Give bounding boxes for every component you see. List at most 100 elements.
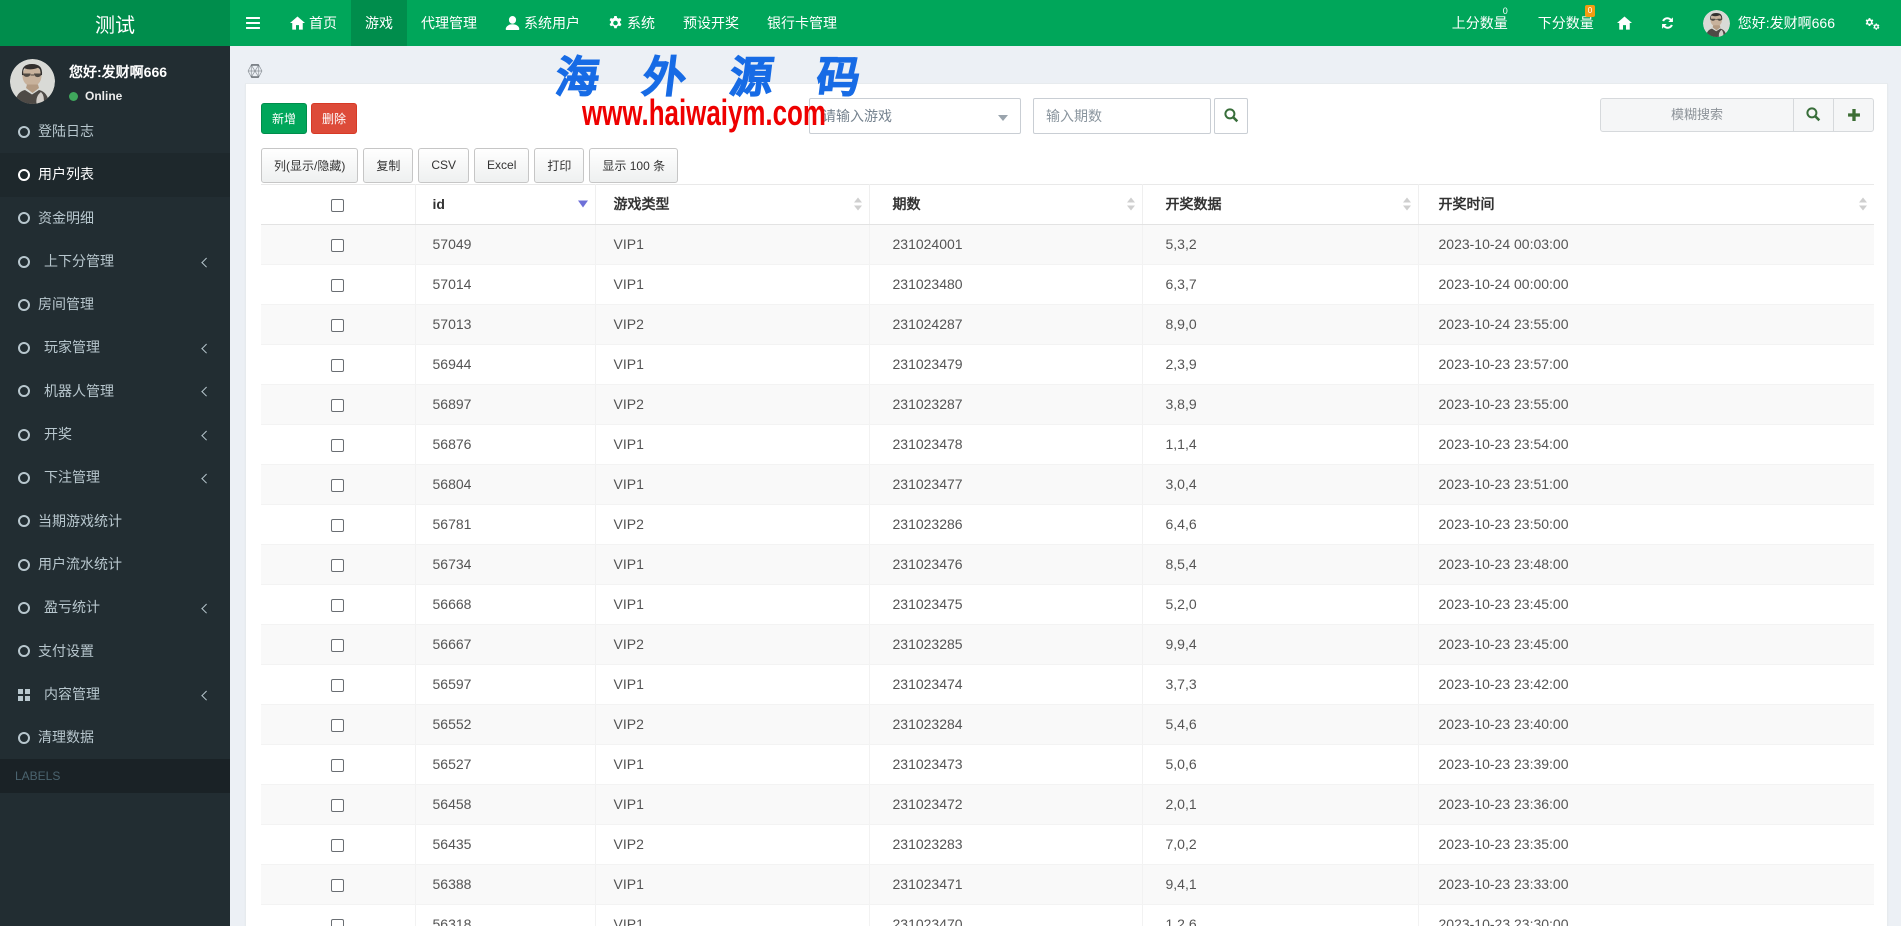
circle-icon	[18, 472, 30, 485]
sidebar-item-13[interactable]: 支付设置	[0, 630, 230, 673]
sidebar-item-5[interactable]: 房间管理	[0, 283, 230, 326]
row-checkbox[interactable]	[331, 398, 345, 412]
row-checkbox-cell	[261, 864, 416, 905]
row-checkbox[interactable]	[331, 678, 345, 692]
sidebar-item-3[interactable]: 资金明细	[0, 197, 230, 240]
print-button[interactable]: 打印	[534, 147, 585, 183]
column-header-game[interactable]: 游戏类型	[595, 184, 870, 225]
row-checkbox[interactable]	[331, 798, 345, 812]
sidebar-item-11[interactable]: 用户流水统计	[0, 543, 230, 586]
table-row: 56435 VIP2 231023283 7,0,2 2023-10-23 23:35:…	[261, 824, 1874, 865]
nav-item-7[interactable]: 银行卡管理	[753, 0, 851, 46]
page-length-button[interactable]: 显示 100 条	[589, 147, 679, 183]
row-checkbox-cell	[261, 384, 416, 425]
sort-desc-icon	[577, 200, 588, 208]
column-header-issue[interactable]: 期数	[869, 184, 1143, 225]
row-checkbox[interactable]	[331, 758, 345, 772]
home-shortcut-button[interactable]	[1603, 0, 1646, 46]
sidebar-item-label: 登陆日志	[38, 123, 94, 139]
cell-game: VIP1	[595, 344, 870, 385]
column-header-id[interactable]: id	[415, 184, 596, 225]
column-label: 游戏类型	[613, 196, 670, 212]
fuzzy-search-button[interactable]	[1793, 98, 1833, 131]
row-checkbox[interactable]	[331, 518, 345, 532]
row-checkbox[interactable]	[331, 478, 345, 492]
row-checkbox[interactable]	[331, 918, 345, 926]
sidebar-item-12[interactable]: 盈亏统计	[0, 586, 230, 629]
row-checkbox[interactable]	[331, 278, 345, 292]
add-condition-button[interactable]	[1833, 98, 1873, 131]
cell-time: 2023-10-23 23:39:00	[1418, 744, 1874, 785]
row-checkbox[interactable]	[331, 318, 345, 332]
nav-item-2[interactable]: 游戏	[351, 0, 407, 46]
cell-numbers: 6,3,7	[1142, 264, 1419, 305]
row-checkbox[interactable]	[331, 878, 345, 892]
cell-time: 2023-10-23 23:33:00	[1418, 864, 1874, 905]
csv-button[interactable]: CSV	[418, 147, 470, 183]
row-checkbox[interactable]	[331, 638, 345, 652]
game-select[interactable]: 请输入游戏	[809, 97, 1021, 134]
row-checkbox[interactable]	[331, 238, 345, 252]
datatable-buttons: 列(显示/隐藏) 复制 CSV Excel 打印 显示 100 条	[261, 147, 1872, 183]
add-button[interactable]: 新增	[261, 102, 307, 134]
cell-id: 56944	[415, 344, 596, 385]
refresh-button[interactable]	[1646, 0, 1689, 46]
cell-id: 57049	[415, 224, 596, 265]
cell-issue: 231023475	[869, 584, 1143, 625]
cell-numbers: 3,0,4	[1142, 464, 1419, 505]
sidebar-item-15[interactable]: 清理数据	[0, 716, 230, 759]
cell-issue: 231023474	[869, 664, 1143, 705]
nav-item-1[interactable]: 首页	[276, 0, 351, 46]
row-checkbox[interactable]	[331, 558, 345, 572]
circle-icon	[18, 601, 30, 614]
columns-visibility-button[interactable]: 列(显示/隐藏)	[261, 147, 359, 183]
row-checkbox-cell	[261, 704, 416, 745]
user-menu[interactable]: 您好:发财啊666	[1689, 0, 1845, 46]
sidebar-item-label: 当期游戏统计	[38, 512, 122, 529]
cell-id: 56734	[415, 544, 596, 585]
sidebar-item-8[interactable]: 开奖	[0, 413, 230, 456]
sidebar-item-4[interactable]: 上下分管理	[0, 240, 230, 283]
copy-button[interactable]: 复制	[363, 147, 414, 183]
cell-issue: 231023284	[869, 704, 1143, 745]
delete-button[interactable]: 删除	[311, 102, 357, 134]
nav-item-label: 预设开奖	[683, 15, 739, 31]
down-score-menu[interactable]: 下分数量 0	[1524, 0, 1603, 46]
column-header-time[interactable]: 开奖时间	[1418, 184, 1874, 225]
sidebar-item-2[interactable]: 用户列表	[0, 153, 230, 197]
row-checkbox[interactable]	[331, 718, 345, 732]
user-info: 您好:发财啊666 Online	[55, 59, 167, 103]
nav-item-5[interactable]: 系统	[594, 0, 669, 46]
cell-numbers: 6,4,6	[1142, 504, 1419, 545]
table-row: 57014 VIP1 231023480 6,3,7 2023-10-24 00:00:…	[261, 264, 1874, 305]
caret-down-icon	[998, 114, 1008, 121]
fuzzy-search-input[interactable]	[1601, 98, 1793, 131]
brand-logo[interactable]: 测试	[0, 0, 230, 46]
home-icon	[290, 16, 305, 30]
sidebar-item-10[interactable]: 当期游戏统计	[0, 500, 230, 543]
up-score-menu[interactable]: 上分数量 0	[1438, 0, 1524, 46]
row-checkbox[interactable]	[331, 438, 345, 452]
row-checkbox[interactable]	[331, 358, 345, 372]
settings-menu-button[interactable]	[1845, 0, 1888, 46]
nav-item-6[interactable]: 预设开奖	[669, 0, 753, 46]
issue-number-input[interactable]	[1033, 97, 1211, 134]
sidebar-item-label: 机器人管理	[44, 382, 114, 399]
sidebar-item-14[interactable]: 内容管理	[0, 673, 230, 716]
table-row: 56897 VIP2 231023287 3,8,9 2023-10-23 23:55:…	[261, 384, 1874, 425]
sidebar-toggle-button[interactable]	[230, 0, 276, 46]
sidebar-item-1[interactable]: 登陆日志	[0, 110, 230, 153]
nav-item-4[interactable]: 系统用户	[491, 0, 594, 46]
excel-button[interactable]: Excel	[474, 147, 530, 183]
sidebar-item-7[interactable]: 机器人管理	[0, 370, 230, 413]
sidebar-item-6[interactable]: 玩家管理	[0, 326, 230, 369]
sidebar-item-9[interactable]: 下注管理	[0, 456, 230, 499]
row-checkbox[interactable]	[331, 838, 345, 852]
nav-item-label: 系统用户	[524, 15, 580, 31]
row-checkbox[interactable]	[331, 598, 345, 612]
user-status[interactable]: Online	[69, 89, 167, 103]
nav-item-3[interactable]: 代理管理	[407, 0, 491, 46]
issue-search-button[interactable]	[1214, 97, 1248, 134]
column-header-numbers[interactable]: 开奖数据	[1142, 184, 1419, 225]
select-all-checkbox[interactable]	[331, 198, 345, 212]
